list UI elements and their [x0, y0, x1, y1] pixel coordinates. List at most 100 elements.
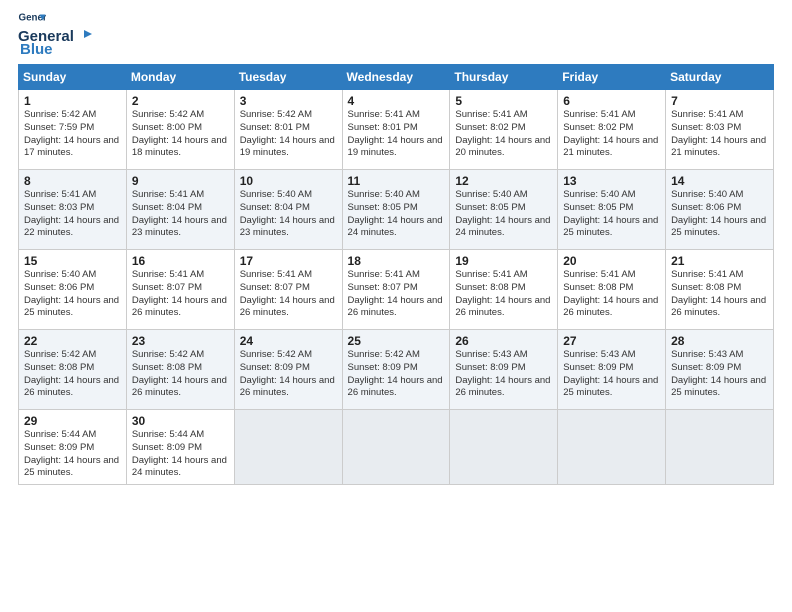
day-info: Sunrise: 5:42 AMSunset: 8:08 PMDaylight:… [132, 349, 230, 400]
calendar-cell: 29Sunrise: 5:44 AMSunset: 8:09 PMDayligh… [19, 410, 127, 485]
logo-flag-icon [74, 30, 92, 44]
calendar-cell [234, 410, 342, 485]
calendar-cell: 26Sunrise: 5:43 AMSunset: 8:09 PMDayligh… [450, 330, 558, 410]
day-number: 18 [348, 254, 446, 268]
day-number: 4 [348, 94, 446, 108]
calendar-cell: 27Sunrise: 5:43 AMSunset: 8:09 PMDayligh… [558, 330, 666, 410]
day-info: Sunrise: 5:40 AMSunset: 8:05 PMDaylight:… [563, 189, 661, 240]
calendar-cell: 6Sunrise: 5:41 AMSunset: 8:02 PMDaylight… [558, 90, 666, 170]
day-number: 1 [24, 94, 122, 108]
day-number: 11 [348, 174, 446, 188]
page: General General Blue SundayMondayTuesday… [0, 0, 792, 612]
day-number: 14 [671, 174, 769, 188]
calendar-cell [450, 410, 558, 485]
calendar-header-row: SundayMondayTuesdayWednesdayThursdayFrid… [19, 65, 774, 90]
calendar-cell: 23Sunrise: 5:42 AMSunset: 8:08 PMDayligh… [126, 330, 234, 410]
calendar-cell: 2Sunrise: 5:42 AMSunset: 8:00 PMDaylight… [126, 90, 234, 170]
logo: General General Blue [18, 10, 92, 58]
calendar-cell: 22Sunrise: 5:42 AMSunset: 8:08 PMDayligh… [19, 330, 127, 410]
day-info: Sunrise: 5:41 AMSunset: 8:07 PMDaylight:… [348, 269, 446, 320]
calendar-cell: 10Sunrise: 5:40 AMSunset: 8:04 PMDayligh… [234, 170, 342, 250]
logo-blue: Blue [20, 41, 53, 58]
day-number: 27 [563, 334, 661, 348]
day-info: Sunrise: 5:41 AMSunset: 8:08 PMDaylight:… [671, 269, 769, 320]
header: General General Blue [18, 10, 774, 58]
day-number: 15 [24, 254, 122, 268]
day-number: 8 [24, 174, 122, 188]
day-info: Sunrise: 5:44 AMSunset: 8:09 PMDaylight:… [132, 429, 230, 480]
day-info: Sunrise: 5:41 AMSunset: 8:07 PMDaylight:… [240, 269, 338, 320]
calendar-cell: 28Sunrise: 5:43 AMSunset: 8:09 PMDayligh… [666, 330, 774, 410]
calendar-cell: 18Sunrise: 5:41 AMSunset: 8:07 PMDayligh… [342, 250, 450, 330]
day-info: Sunrise: 5:41 AMSunset: 8:07 PMDaylight:… [132, 269, 230, 320]
day-info: Sunrise: 5:41 AMSunset: 8:08 PMDaylight:… [563, 269, 661, 320]
day-number: 20 [563, 254, 661, 268]
day-info: Sunrise: 5:41 AMSunset: 8:02 PMDaylight:… [455, 109, 553, 160]
day-number: 13 [563, 174, 661, 188]
day-info: Sunrise: 5:42 AMSunset: 8:08 PMDaylight:… [24, 349, 122, 400]
calendar-cell: 16Sunrise: 5:41 AMSunset: 8:07 PMDayligh… [126, 250, 234, 330]
calendar-cell: 17Sunrise: 5:41 AMSunset: 8:07 PMDayligh… [234, 250, 342, 330]
day-number: 7 [671, 94, 769, 108]
calendar-cell: 20Sunrise: 5:41 AMSunset: 8:08 PMDayligh… [558, 250, 666, 330]
calendar-cell: 11Sunrise: 5:40 AMSunset: 8:05 PMDayligh… [342, 170, 450, 250]
header-thursday: Thursday [450, 65, 558, 90]
calendar-cell: 14Sunrise: 5:40 AMSunset: 8:06 PMDayligh… [666, 170, 774, 250]
day-info: Sunrise: 5:40 AMSunset: 8:06 PMDaylight:… [671, 189, 769, 240]
day-info: Sunrise: 5:42 AMSunset: 8:00 PMDaylight:… [132, 109, 230, 160]
calendar-cell: 8Sunrise: 5:41 AMSunset: 8:03 PMDaylight… [19, 170, 127, 250]
day-info: Sunrise: 5:41 AMSunset: 8:03 PMDaylight:… [671, 109, 769, 160]
day-info: Sunrise: 5:42 AMSunset: 8:01 PMDaylight:… [240, 109, 338, 160]
calendar-cell: 12Sunrise: 5:40 AMSunset: 8:05 PMDayligh… [450, 170, 558, 250]
calendar-cell: 5Sunrise: 5:41 AMSunset: 8:02 PMDaylight… [450, 90, 558, 170]
day-info: Sunrise: 5:41 AMSunset: 8:08 PMDaylight:… [455, 269, 553, 320]
calendar-cell [342, 410, 450, 485]
header-sunday: Sunday [19, 65, 127, 90]
header-saturday: Saturday [666, 65, 774, 90]
calendar-cell: 1Sunrise: 5:42 AMSunset: 7:59 PMDaylight… [19, 90, 127, 170]
day-info: Sunrise: 5:43 AMSunset: 8:09 PMDaylight:… [671, 349, 769, 400]
calendar-cell: 7Sunrise: 5:41 AMSunset: 8:03 PMDaylight… [666, 90, 774, 170]
day-info: Sunrise: 5:41 AMSunset: 8:03 PMDaylight:… [24, 189, 122, 240]
day-info: Sunrise: 5:40 AMSunset: 8:05 PMDaylight:… [348, 189, 446, 240]
day-info: Sunrise: 5:40 AMSunset: 8:04 PMDaylight:… [240, 189, 338, 240]
calendar-cell: 15Sunrise: 5:40 AMSunset: 8:06 PMDayligh… [19, 250, 127, 330]
day-number: 29 [24, 414, 122, 428]
day-number: 10 [240, 174, 338, 188]
header-monday: Monday [126, 65, 234, 90]
day-number: 3 [240, 94, 338, 108]
day-info: Sunrise: 5:43 AMSunset: 8:09 PMDaylight:… [563, 349, 661, 400]
day-number: 24 [240, 334, 338, 348]
calendar-cell [666, 410, 774, 485]
day-number: 25 [348, 334, 446, 348]
day-number: 2 [132, 94, 230, 108]
day-info: Sunrise: 5:42 AMSunset: 7:59 PMDaylight:… [24, 109, 122, 160]
day-info: Sunrise: 5:41 AMSunset: 8:02 PMDaylight:… [563, 109, 661, 160]
day-number: 16 [132, 254, 230, 268]
logo-icon: General [18, 10, 46, 28]
day-number: 30 [132, 414, 230, 428]
day-number: 28 [671, 334, 769, 348]
day-info: Sunrise: 5:44 AMSunset: 8:09 PMDaylight:… [24, 429, 122, 480]
day-number: 6 [563, 94, 661, 108]
day-number: 22 [24, 334, 122, 348]
header-wednesday: Wednesday [342, 65, 450, 90]
calendar-cell: 24Sunrise: 5:42 AMSunset: 8:09 PMDayligh… [234, 330, 342, 410]
calendar-cell: 13Sunrise: 5:40 AMSunset: 8:05 PMDayligh… [558, 170, 666, 250]
day-info: Sunrise: 5:40 AMSunset: 8:05 PMDaylight:… [455, 189, 553, 240]
day-info: Sunrise: 5:41 AMSunset: 8:04 PMDaylight:… [132, 189, 230, 240]
day-number: 21 [671, 254, 769, 268]
day-number: 9 [132, 174, 230, 188]
calendar-table: SundayMondayTuesdayWednesdayThursdayFrid… [18, 64, 774, 485]
calendar-cell: 21Sunrise: 5:41 AMSunset: 8:08 PMDayligh… [666, 250, 774, 330]
calendar-cell: 30Sunrise: 5:44 AMSunset: 8:09 PMDayligh… [126, 410, 234, 485]
calendar-cell: 9Sunrise: 5:41 AMSunset: 8:04 PMDaylight… [126, 170, 234, 250]
calendar-cell [558, 410, 666, 485]
day-number: 17 [240, 254, 338, 268]
day-number: 23 [132, 334, 230, 348]
day-number: 5 [455, 94, 553, 108]
calendar-cell: 4Sunrise: 5:41 AMSunset: 8:01 PMDaylight… [342, 90, 450, 170]
calendar-cell: 19Sunrise: 5:41 AMSunset: 8:08 PMDayligh… [450, 250, 558, 330]
header-friday: Friday [558, 65, 666, 90]
calendar-cell: 25Sunrise: 5:42 AMSunset: 8:09 PMDayligh… [342, 330, 450, 410]
